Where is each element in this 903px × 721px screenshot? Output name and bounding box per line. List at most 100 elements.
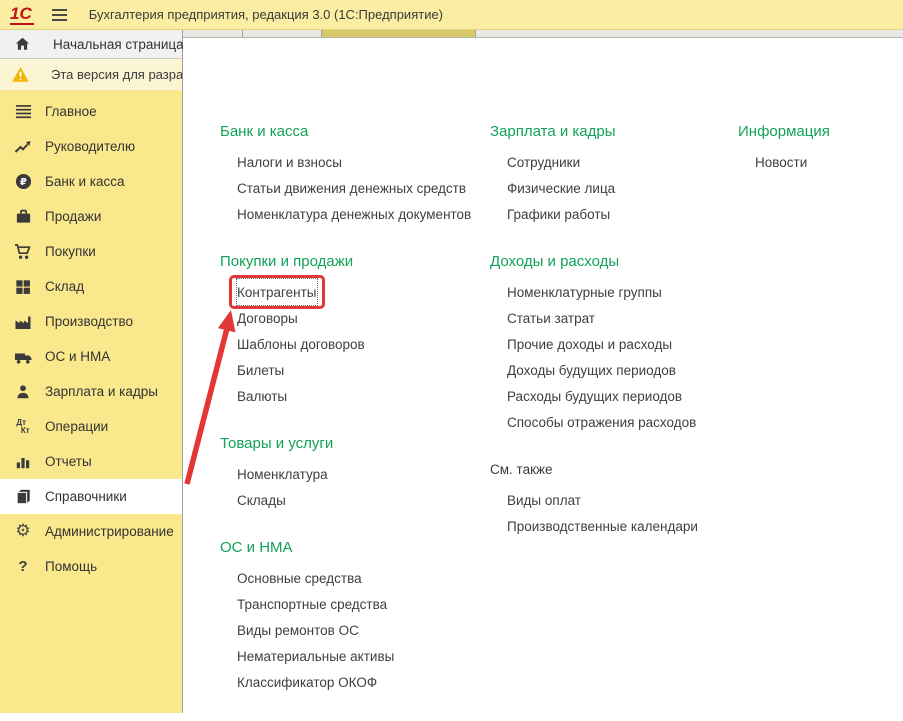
menu-link[interactable]: Нематериальные активы xyxy=(237,643,394,669)
sidebar-item-label: Справочники xyxy=(45,489,127,504)
menu-section: Зарплата и кадры СотрудникиФизические лиц… xyxy=(490,123,730,227)
background-window-strip xyxy=(183,30,903,38)
menu-section: Товары и услуги НоменклатураСклады xyxy=(220,435,480,513)
svg-text:₽: ₽ xyxy=(20,177,27,188)
sidebar-item-label: Помощь xyxy=(45,559,97,574)
sidebar-item-bank-cash[interactable]: ₽ Банк и касса xyxy=(0,164,182,199)
truck-icon xyxy=(13,347,33,366)
section-title: Банк и касса xyxy=(220,123,480,141)
menu-link[interactable]: Транспортные средства xyxy=(237,591,387,617)
menu-column-1: Банк и касса Налоги и взносыСтатьи движен… xyxy=(220,123,480,721)
menu-link[interactable]: Расходы будущих периодов xyxy=(507,383,682,409)
home-icon xyxy=(12,35,32,54)
menu-link[interactable]: Основные средства xyxy=(237,565,362,591)
sidebar-item-label: Администрирование xyxy=(45,524,174,539)
sidebar-item-reports[interactable]: Отчеты xyxy=(0,444,182,479)
menu-link[interactable]: Договоры xyxy=(237,305,298,331)
window-tab-stub xyxy=(243,30,322,37)
menu-link[interactable]: Доходы будущих периодов xyxy=(507,357,676,383)
factory-icon xyxy=(13,312,33,331)
sidebar-item-manager[interactable]: Руководителю xyxy=(0,129,182,164)
grid-icon xyxy=(13,277,33,296)
menu-section: Информация Новости xyxy=(738,123,898,175)
menu-link[interactable]: Номенклатура денежных документов xyxy=(237,201,471,227)
menu-link[interactable]: Прочие доходы и расходы xyxy=(507,331,672,357)
menu-column-2: Зарплата и кадры СотрудникиФизические лиц… xyxy=(490,123,730,565)
sidebar-item-label: Покупки xyxy=(45,244,96,259)
dt-kt-icon: Дт Кт xyxy=(13,417,33,436)
sidebar-item-directories[interactable]: Справочники xyxy=(0,479,182,514)
menu-link[interactable]: Классификатор ОКОФ xyxy=(237,669,377,695)
sidebar-item-label: Главное xyxy=(45,104,97,119)
section-title: См. также xyxy=(490,461,730,479)
menu-link-highlighted[interactable]: Контрагенты xyxy=(237,279,317,305)
books-icon xyxy=(13,487,33,506)
menu-link[interactable]: Графики работы xyxy=(507,201,610,227)
menu-section: ОС и НМА Основные средстваТранспортные ср… xyxy=(220,539,480,695)
sidebar-nav: Главное Руководителю ₽ Банк и касса Продажи П… xyxy=(0,91,182,584)
sidebar-item-fixed-assets[interactable]: ОС и НМА xyxy=(0,339,182,374)
section-title: Товары и услуги xyxy=(220,435,480,453)
sidebar-item-label: Отчеты xyxy=(45,454,92,469)
sidebar-item-label: Склад xyxy=(45,279,84,294)
menu-section: Банк и касса Налоги и взносыСтатьи движен… xyxy=(220,123,480,227)
menu-link[interactable]: Склады xyxy=(237,487,286,513)
tab-home-label: Начальная страница xyxy=(53,37,184,52)
tab-home[interactable]: Начальная страница xyxy=(0,30,182,59)
window-tab-stub xyxy=(183,30,243,37)
menu-link[interactable]: Сотрудники xyxy=(507,149,580,175)
menu-link[interactable]: Шаблоны договоров xyxy=(237,331,365,357)
sidebar-item-operations[interactable]: Дт Кт Операции xyxy=(0,409,182,444)
window-title: Бухгалтерия предприятия, редакция 3.0 (1… xyxy=(89,7,443,22)
menu-section: См. также Виды оплатПроизводственные кале… xyxy=(490,461,730,539)
sidebar-item-production[interactable]: Производство xyxy=(0,304,182,339)
section-title: Информация xyxy=(738,123,898,141)
functions-menu: Банк и касса Налоги и взносыСтатьи движен… xyxy=(183,38,903,713)
trend-chart-icon xyxy=(13,137,33,156)
content-panel: Банк и касса Налоги и взносыСтатьи движен… xyxy=(183,30,903,713)
menu-link[interactable]: Номенклатурные группы xyxy=(507,279,662,305)
window-tab-stub-active xyxy=(322,30,476,37)
menu-link[interactable]: Виды оплат xyxy=(507,487,581,513)
menu-link[interactable]: Налоги и взносы xyxy=(237,149,342,175)
developer-version-banner-label: Эта версия для разработ xyxy=(51,67,182,82)
menu-link[interactable]: Производственные календари xyxy=(507,513,698,539)
menu-link[interactable]: Виды ремонтов ОС xyxy=(237,617,359,643)
titlebar: 1С Бухгалтерия предприятия, редакция 3.0… xyxy=(0,0,903,30)
developer-version-banner[interactable]: Эта версия для разработ xyxy=(0,59,182,91)
sidebar-item-label: Производство xyxy=(45,314,133,329)
menu-link[interactable]: Статьи затрат xyxy=(507,305,595,331)
cart-icon xyxy=(13,242,33,261)
menu-link[interactable]: Новости xyxy=(755,149,807,175)
sidebar-item-help[interactable]: ?Помощь xyxy=(0,549,182,584)
sidebar-item-purchases[interactable]: Покупки xyxy=(0,234,182,269)
1c-logo: 1С xyxy=(10,5,34,25)
hamburger-menu-icon[interactable] xyxy=(52,9,67,21)
menu-link[interactable]: Номенклатура xyxy=(237,461,328,487)
menu-link[interactable]: Способы отражения расходов xyxy=(507,409,696,435)
sidebar-item-sales[interactable]: Продажи xyxy=(0,199,182,234)
person-icon xyxy=(13,382,33,401)
menu-section: Доходы и расходыНоменклатурные группыСта… xyxy=(490,253,730,435)
sidebar-item-administration[interactable]: ⚙ Администрирование xyxy=(0,514,182,549)
sidebar-item-label: Банк и касса xyxy=(45,174,125,189)
sidebar-item-warehouse[interactable]: Склад xyxy=(0,269,182,304)
section-title: Зарплата и кадры xyxy=(490,123,730,141)
menu-link[interactable]: Билеты xyxy=(237,357,284,383)
section-title: Покупки и продажи xyxy=(220,253,480,271)
menu-link[interactable]: Статьи движения денежных средств xyxy=(237,175,466,201)
menu-section: Покупки и продажи КонтрагентыДоговорыШабл… xyxy=(220,253,480,409)
sidebar-item-label: Операции xyxy=(45,419,108,434)
sidebar-item-label: ОС и НМА xyxy=(45,349,110,364)
sidebar-item-salary-hr[interactable]: Зарплата и кадры xyxy=(0,374,182,409)
menu-link[interactable]: Валюты xyxy=(237,383,287,409)
briefcase-icon xyxy=(13,207,33,226)
menu-lines-icon xyxy=(13,102,33,121)
sidebar-item-main[interactable]: Главное xyxy=(0,94,182,129)
gear-icon: ⚙ xyxy=(13,522,33,541)
menu-link[interactable]: Физические лица xyxy=(507,175,615,201)
sidebar-item-label: Зарплата и кадры xyxy=(45,384,158,399)
warning-icon xyxy=(10,65,30,84)
section-title: ОС и НМА xyxy=(220,539,480,557)
left-panel: Начальная страница Эта версия для разраб… xyxy=(0,30,183,713)
